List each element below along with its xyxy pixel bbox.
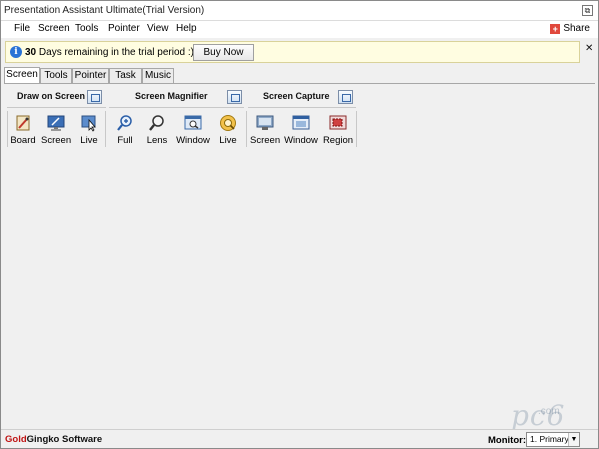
tool-label: Board bbox=[10, 135, 36, 146]
draw-screen-button[interactable]: Screen bbox=[41, 114, 71, 147]
restore-window-button[interactable]: ⧉ bbox=[582, 5, 593, 16]
capture-screen-button[interactable]: Screen bbox=[250, 114, 280, 147]
capture-options-button[interactable] bbox=[338, 90, 353, 104]
menu-pointer[interactable]: Pointer bbox=[108, 23, 140, 34]
capture-window-button[interactable]: Window bbox=[284, 114, 318, 147]
draw-board-button[interactable]: Board bbox=[9, 114, 37, 147]
info-icon: i bbox=[10, 46, 22, 58]
toolbar-separator bbox=[7, 111, 8, 147]
trial-message: 30 Days remaining in the trial period :) bbox=[25, 47, 194, 58]
menu-view[interactable]: View bbox=[147, 23, 169, 34]
toolbar-separator bbox=[246, 111, 247, 147]
magnifier-lens-button[interactable]: Lens bbox=[145, 114, 169, 147]
chevron-down-icon: ▼ bbox=[568, 433, 579, 446]
magnifier-options-button[interactable] bbox=[227, 90, 242, 104]
app-window: Presentation Assistant Ultimate(Trial Ve… bbox=[0, 0, 599, 449]
monitor-select[interactable]: 1. Primary M ▼ bbox=[526, 432, 580, 447]
group-separator-draw bbox=[7, 107, 106, 108]
magnifier-live-button[interactable]: Live bbox=[217, 114, 239, 147]
group-separator-magnifier bbox=[109, 107, 244, 108]
menu-bar: File Screen Tools Pointer View Help + Sh… bbox=[1, 21, 598, 38]
trial-message-text: Days remaining in the trial period :) bbox=[38, 47, 194, 58]
trial-days: 30 bbox=[25, 47, 37, 58]
title-bar: Presentation Assistant Ultimate(Trial Ve… bbox=[1, 1, 598, 21]
trial-notice-bar: i 30 Days remaining in the trial period … bbox=[5, 41, 580, 63]
monitor-draw-icon bbox=[47, 114, 65, 132]
menu-help[interactable]: Help bbox=[176, 23, 197, 34]
board-icon bbox=[14, 114, 32, 132]
buy-now-button[interactable]: Buy Now bbox=[193, 44, 254, 61]
group-separator-capture bbox=[248, 107, 356, 108]
tab-tools[interactable]: Tools bbox=[40, 68, 72, 83]
tool-label: Screen bbox=[41, 135, 72, 146]
menu-tools[interactable]: Tools bbox=[75, 23, 98, 34]
share-icon: + bbox=[550, 23, 561, 34]
tab-task[interactable]: Task bbox=[109, 68, 142, 83]
close-trial-bar-icon[interactable]: ✕ bbox=[585, 43, 593, 54]
magnifier-window-button[interactable]: Window bbox=[176, 114, 210, 147]
menu-screen[interactable]: Screen bbox=[38, 23, 70, 34]
tool-label: Live bbox=[219, 135, 237, 146]
zoom-in-icon bbox=[116, 114, 134, 132]
capture-region-icon bbox=[329, 114, 347, 132]
tool-label: Screen bbox=[250, 135, 281, 146]
monitor-label: Monitor: bbox=[488, 435, 526, 446]
menu-file[interactable]: File bbox=[14, 23, 30, 34]
draw-options-button[interactable] bbox=[87, 90, 102, 104]
capture-screen-icon bbox=[256, 114, 274, 132]
tab-music[interactable]: Music bbox=[142, 68, 174, 83]
share-label: Share bbox=[563, 23, 590, 34]
magnifier-icon bbox=[148, 114, 166, 132]
share-button[interactable]: + Share bbox=[550, 23, 590, 34]
group-title-capture: Screen Capture bbox=[263, 91, 330, 101]
capture-window-icon bbox=[292, 114, 310, 132]
tool-label: Region bbox=[322, 135, 354, 146]
watermark-suffix: .com bbox=[538, 406, 560, 417]
tool-label: Lens bbox=[146, 135, 168, 146]
toolbar-separator bbox=[105, 111, 106, 147]
live-zoom-icon bbox=[219, 114, 237, 132]
tool-label: Full bbox=[117, 135, 133, 146]
toolbar-separator bbox=[356, 111, 357, 147]
brand-part-1: Gold bbox=[5, 434, 27, 445]
tab-screen[interactable]: Screen bbox=[4, 67, 40, 84]
tool-label: Window bbox=[176, 135, 210, 146]
tab-pointer[interactable]: Pointer bbox=[72, 68, 109, 83]
window-title: Presentation Assistant Ultimate(Trial Ve… bbox=[4, 5, 205, 16]
draw-live-button[interactable]: Live bbox=[77, 114, 101, 147]
magnifier-full-button[interactable]: Full bbox=[114, 114, 136, 147]
tool-label: Live bbox=[80, 135, 98, 146]
tool-label: Window bbox=[284, 135, 318, 146]
brand-label: GoldGingko Software bbox=[5, 434, 102, 445]
capture-region-button[interactable]: Region bbox=[322, 114, 354, 147]
brand-part-2: Gingko Software bbox=[26, 434, 103, 445]
window-zoom-icon bbox=[184, 114, 202, 132]
group-title-draw: Draw on Screen bbox=[17, 91, 86, 101]
group-title-magnifier: Screen Magnifier bbox=[135, 91, 208, 101]
live-draw-icon bbox=[80, 114, 98, 132]
status-bar: GoldGingko Software Monitor: 1. Primary … bbox=[1, 429, 598, 448]
